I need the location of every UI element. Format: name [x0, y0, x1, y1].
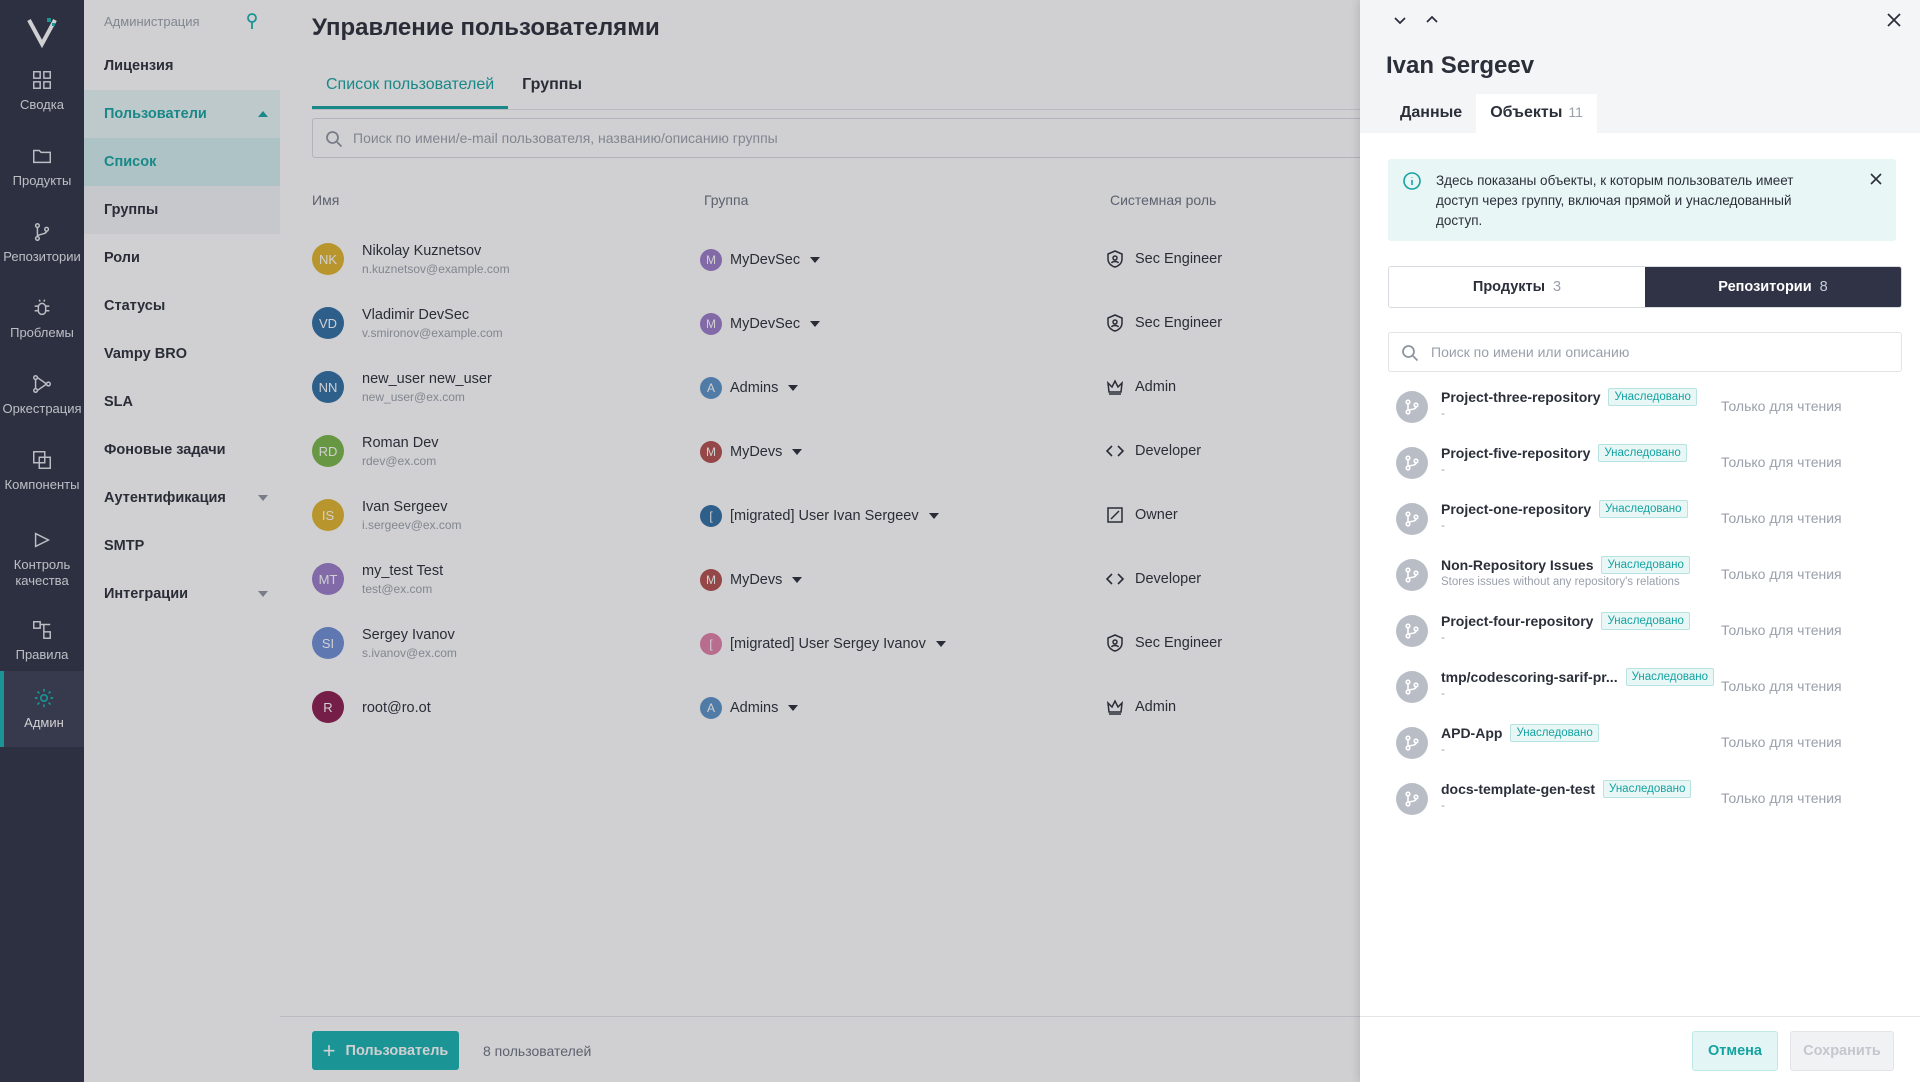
repository-name-wrap: Project-four-repository Унаследовано	[1441, 612, 1690, 630]
branch-icon	[1405, 679, 1419, 695]
list-item[interactable]: Project-four-repository Унаследовано - Толь…	[1396, 603, 1902, 659]
access-level[interactable]: Только для чтения	[1721, 398, 1842, 414]
repository-name[interactable]: Project-one-repository	[1441, 501, 1591, 517]
branch-icon	[1405, 399, 1419, 415]
inherited-badge: Унаследовано	[1603, 780, 1692, 798]
inherited-badge: Унаследовано	[1601, 612, 1690, 630]
repository-description: -	[1441, 520, 1445, 532]
repository-name-wrap: tmp/codescoring-sarif-pr... Унаследовано	[1441, 668, 1714, 686]
info-banner: Здесь показаны объекты, к которым пользо…	[1388, 159, 1896, 241]
tab-label: Объекты	[1490, 104, 1563, 121]
inherited-badge: Унаследовано	[1601, 556, 1690, 574]
access-level[interactable]: Только для чтения	[1721, 678, 1842, 694]
repository-name-wrap: docs-template-gen-test Унаследовано	[1441, 780, 1692, 798]
close-icon[interactable]	[1884, 10, 1904, 30]
repository-name-wrap: Project-one-repository Унаследовано	[1441, 500, 1688, 518]
inherited-badge: Унаследовано	[1510, 724, 1599, 742]
repository-name-wrap: Non-Repository Issues Унаследовано	[1441, 556, 1690, 574]
list-item[interactable]: docs-template-gen-test Унаследовано - Тольк…	[1396, 771, 1902, 827]
close-icon[interactable]	[1868, 171, 1884, 187]
object-type-switch: Продукты 3 Репозитории 8	[1388, 266, 1902, 308]
chevron-up-icon[interactable]	[1422, 10, 1442, 30]
inherited-badge: Унаследовано	[1625, 668, 1714, 686]
access-level[interactable]: Только для чтения	[1721, 566, 1842, 582]
save-button[interactable]: Сохранить	[1790, 1031, 1894, 1071]
segment-label: Продукты	[1472, 279, 1546, 295]
access-level[interactable]: Только для чтения	[1721, 454, 1842, 470]
inherited-badge: Унаследовано	[1599, 500, 1688, 518]
repository-avatar	[1396, 447, 1428, 479]
repository-description: -	[1441, 632, 1445, 644]
cancel-button[interactable]: Отмена	[1692, 1031, 1778, 1071]
repository-name[interactable]: Non-Repository Issues	[1441, 557, 1593, 573]
branch-icon	[1405, 735, 1419, 751]
repository-description: -	[1441, 744, 1445, 756]
repository-avatar	[1396, 671, 1428, 703]
modal-backdrop[interactable]	[0, 0, 1360, 1082]
list-item[interactable]: Project-five-repository Унаследовано - Толь…	[1396, 435, 1902, 491]
inherited-badge: Унаследовано	[1598, 444, 1687, 462]
repository-description: -	[1441, 688, 1445, 700]
repository-avatar	[1396, 727, 1428, 759]
repository-name[interactable]: Project-three-repository	[1441, 389, 1600, 405]
repository-avatar	[1396, 391, 1428, 423]
access-level[interactable]: Только для чтения	[1721, 510, 1842, 526]
segment-label: Репозитории	[1718, 279, 1812, 295]
repository-name[interactable]: docs-template-gen-test	[1441, 781, 1595, 797]
drawer-title: Ivan Sergeev	[1386, 52, 1535, 79]
segment-count: 3	[1553, 279, 1562, 295]
segment-count: 8	[1819, 279, 1828, 295]
inherited-badge: Унаследовано	[1608, 388, 1697, 406]
repository-avatar	[1396, 783, 1428, 815]
repository-avatar	[1396, 615, 1428, 647]
list-item[interactable]: APD-App Унаследовано - Только для чтения	[1396, 715, 1902, 771]
drawer-tabs: Данные Объекты 11	[1386, 94, 1597, 134]
search-placeholder: Поиск по имени или описанию	[1431, 344, 1630, 360]
repository-description: -	[1441, 408, 1445, 420]
repository-avatar	[1396, 503, 1428, 535]
list-item[interactable]: Project-one-repository Унаследовано - Тольк…	[1396, 491, 1902, 547]
branch-icon	[1405, 623, 1419, 639]
info-icon	[1403, 172, 1421, 190]
tab-objects[interactable]: Объекты 11	[1476, 94, 1597, 134]
repository-name-wrap: APD-App Унаследовано	[1441, 724, 1599, 742]
drawer-footer: Отмена Сохранить	[1360, 1016, 1920, 1082]
segment-repositories[interactable]: Репозитории 8	[1645, 267, 1901, 307]
repository-name[interactable]: Project-four-repository	[1441, 613, 1593, 629]
tab-label: Данные	[1400, 104, 1463, 121]
info-text: Здесь показаны объекты, к которым пользо…	[1436, 173, 1794, 228]
branch-icon	[1405, 455, 1419, 471]
object-search-input[interactable]: Поиск по имени или описанию	[1388, 332, 1902, 372]
list-item[interactable]: Non-Repository Issues Унаследовано Stores …	[1396, 547, 1902, 603]
tab-count: 11	[1568, 104, 1583, 120]
repository-name-wrap: Project-five-repository Унаследовано	[1441, 444, 1687, 462]
list-item[interactable]: Project-three-repository Унаследовано - Тол…	[1396, 379, 1902, 435]
branch-icon	[1405, 791, 1419, 807]
segment-products[interactable]: Продукты 3	[1389, 267, 1645, 307]
branch-icon	[1405, 511, 1419, 527]
repository-name[interactable]: Project-five-repository	[1441, 445, 1590, 461]
repository-name[interactable]: tmp/codescoring-sarif-pr...	[1441, 669, 1618, 685]
repository-description: -	[1441, 800, 1445, 812]
repository-description: Stores issues without any repository's r…	[1441, 576, 1680, 588]
tab-data[interactable]: Данные	[1386, 94, 1476, 134]
access-level[interactable]: Только для чтения	[1721, 790, 1842, 806]
branch-icon	[1405, 567, 1419, 583]
user-detail-drawer: Ivan Sergeev Данные Объекты 11 Здесь пока…	[1360, 0, 1920, 1082]
drawer-header: Ivan Sergeev Данные Объекты 11	[1360, 0, 1920, 134]
list-item[interactable]: tmp/codescoring-sarif-pr... Унаследовано -…	[1396, 659, 1902, 715]
repository-name-wrap: Project-three-repository Унаследовано	[1441, 388, 1697, 406]
repository-description: -	[1441, 464, 1445, 476]
access-level[interactable]: Только для чтения	[1721, 622, 1842, 638]
access-level[interactable]: Только для чтения	[1721, 734, 1842, 750]
repository-name[interactable]: APD-App	[1441, 725, 1502, 741]
search-icon	[1402, 345, 1419, 362]
chevron-down-icon[interactable]	[1390, 10, 1410, 30]
repository-avatar	[1396, 559, 1428, 591]
